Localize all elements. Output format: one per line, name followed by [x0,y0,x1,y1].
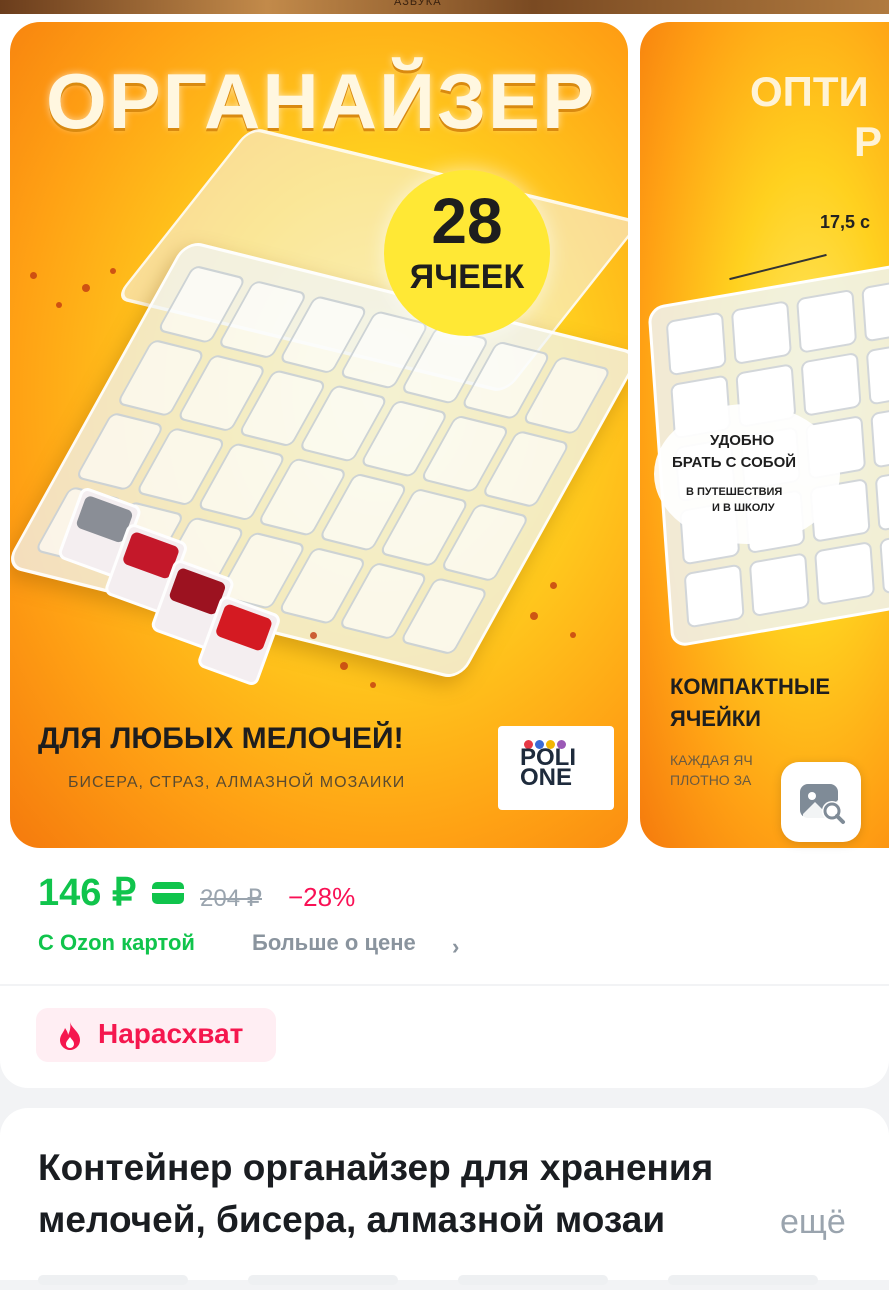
product-title-line-1: Контейнер органайзер для хранения [38,1147,714,1188]
organizer-cell [814,540,876,606]
ozon-card-label: С Ozon картой [38,930,195,955]
price-block: 146 ₽ 204 ₽ −28% С Ozon картой Больше о … [0,862,889,984]
cells-label: ЯЧЕЕК [409,258,525,296]
slide2-footer-line2: ЯЧЕЙКИ [670,706,761,731]
old-price: 204 ₽ [200,885,262,912]
top-banner-strip: АЗБУКА [0,0,889,14]
slide-subfooter: БИСЕРА, СТРАЗ, АЛМАЗНОЙ МОЗАИКИ [68,774,406,791]
product-title-line-2: мелочей, бисера, алмазной мозаи [38,1199,666,1240]
slide-title: ОРГАНАЙЗЕР [46,57,596,145]
price-with-ozon-card: 146 ₽ [38,872,137,914]
discount-percent: −28% [288,882,356,912]
organizer-cell [683,563,745,629]
brand-line-2: ONE [520,764,573,791]
organizer-cell [879,529,889,595]
expand-title-button[interactable]: ещё [756,1196,866,1248]
product-image-gallery[interactable]: ОРГАНАЙЗЕР 28 ЯЧЕЕК ДЛЯ ЛЮБЫХ МЕЛОЧЕЙ! Б… [0,14,889,862]
slide2-footer-line3: КАЖДАЯ ЯЧ [670,752,753,768]
bottom-chips-row [38,1272,888,1285]
flame-icon [60,1022,80,1050]
brand-logo: POLI ONE [498,726,614,810]
slide2-footer-line4: ПЛОТНО ЗА [670,772,752,788]
organizer-cell [861,277,889,343]
slide2-bubble-line3: В ПУТЕШЕСТВИЯ [686,486,783,498]
slide2-title-line1: ОПТИ [750,68,869,115]
slide2-bubble-line4: И В ШКОЛУ [712,502,775,514]
organizer-cell [870,403,889,469]
badges-block: Нарасхват [0,986,889,1088]
slide-footer: ДЛЯ ЛЮБЫХ МЕЛОЧЕЙ! [38,722,404,755]
organizer-cell [865,340,889,406]
organizer-cell [874,466,889,532]
slide2-bubble-line2: БРАТЬ С СОБОЙ [672,454,797,471]
organizer-cell [800,351,862,417]
chevron-right-icon[interactable]: › [452,934,459,960]
hot-seller-badge[interactable]: Нарасхват [36,1008,276,1062]
more-about-price-link[interactable]: Больше о цене [252,930,416,956]
slide2-bubble [654,404,840,544]
cells-count: 28 [431,185,503,257]
slide2-measure: 17,5 с [820,212,871,232]
top-strip-text: АЗБУКА [394,0,442,8]
product-title-block: Контейнер органайзер для хранения мелоче… [0,1108,889,1285]
slide2-footer-line1: КОМПАКТНЫЕ [670,674,831,699]
organizer-cell [730,300,792,366]
hot-seller-label: Нарасхват [98,1018,244,1049]
organizer-cell [748,552,810,618]
gallery-slide-2[interactable]: ОПТИ Р 17,5 с УДОБНО БРАТЬ С СОБОЙ В ПУТ… [640,22,889,848]
ozon-card-icon [152,882,184,904]
measure-line [729,253,827,281]
image-search-icon [800,784,845,824]
slide2-bubble-line1: УДОБНО [710,432,775,449]
gallery-slide-1[interactable]: ОРГАНАЙЗЕР 28 ЯЧЕЕК ДЛЯ ЛЮБЫХ МЕЛОЧЕЙ! Б… [10,22,628,848]
image-search-button[interactable] [781,762,861,842]
product-title: Контейнер органайзер для хранения мелоче… [38,1142,858,1246]
organizer-cell [665,311,727,377]
slide2-title-line2: Р [854,118,883,165]
organizer-cell [796,288,858,354]
